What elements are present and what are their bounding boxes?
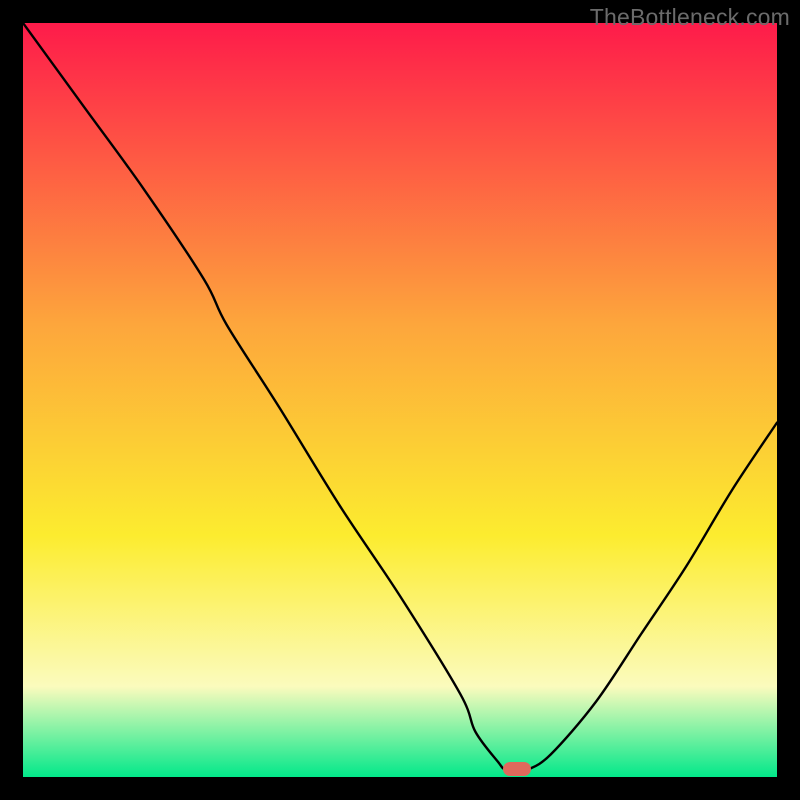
watermark-text: TheBottleneck.com xyxy=(590,4,790,31)
gradient-background xyxy=(23,23,777,777)
plot-svg xyxy=(23,23,777,777)
plot-area xyxy=(23,23,777,777)
chart-container: TheBottleneck.com xyxy=(0,0,800,800)
optimum-marker xyxy=(503,762,531,776)
